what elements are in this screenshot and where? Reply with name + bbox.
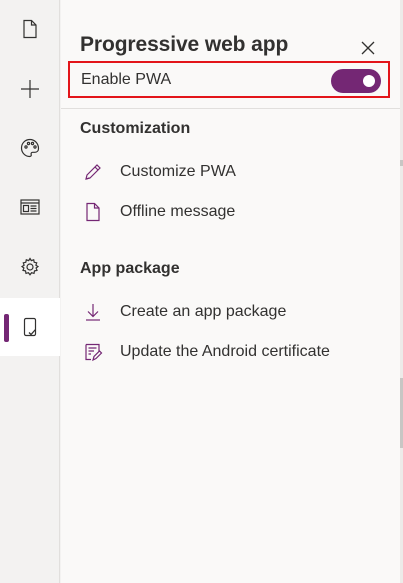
rail-item-settings[interactable] <box>0 238 60 296</box>
left-rail <box>0 0 60 583</box>
download-icon <box>83 300 107 324</box>
section-heading-app-package: App package <box>80 260 180 277</box>
panel-title: Progressive web app <box>80 33 289 56</box>
rail-item-mobile[interactable] <box>0 298 60 356</box>
divider <box>61 108 400 109</box>
plus-icon <box>21 80 39 98</box>
rail-item-themes[interactable] <box>0 119 60 177</box>
layout-icon <box>20 199 40 215</box>
gear-icon <box>20 257 40 276</box>
rail-item-add[interactable] <box>0 60 60 118</box>
enable-pwa-label: Enable PWA <box>81 71 172 88</box>
offline-message-label: Offline message <box>120 203 236 220</box>
close-icon <box>361 41 375 55</box>
close-button[interactable] <box>357 37 379 59</box>
create-app-package-label: Create an app package <box>120 303 287 320</box>
enable-pwa-row: Enable PWA <box>68 61 390 98</box>
customize-pwa-item[interactable]: Customize PWA <box>80 158 380 186</box>
mobile-icon <box>23 317 37 337</box>
page-icon <box>23 19 37 39</box>
pencil-icon <box>83 160 107 184</box>
document-icon <box>83 200 107 224</box>
rail-item-components[interactable] <box>0 178 60 236</box>
rail-item-pages[interactable] <box>0 0 60 58</box>
section-heading-customization: Customization <box>80 120 191 137</box>
customize-pwa-label: Customize PWA <box>120 163 236 180</box>
enable-pwa-toggle[interactable] <box>331 69 381 93</box>
offline-message-item[interactable]: Offline message <box>80 198 380 226</box>
update-android-certificate-item[interactable]: Update the Android certificate <box>80 338 380 366</box>
update-android-certificate-label: Update the Android certificate <box>120 343 330 360</box>
create-app-package-item[interactable]: Create an app package <box>80 298 380 326</box>
palette-icon <box>20 138 40 158</box>
toggle-knob <box>363 75 375 87</box>
certificate-icon <box>83 340 107 364</box>
app-root: Progressive web app Enable PWA Customiza… <box>0 0 403 583</box>
